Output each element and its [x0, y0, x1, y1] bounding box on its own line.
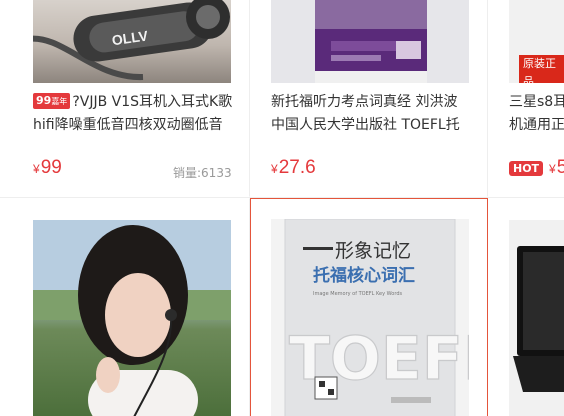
book-cover-image: 形象记忆 托福核心词汇 Image Memory of TOEFL Key Wo…: [284, 219, 469, 416]
product-image[interactable]: [271, 0, 469, 83]
product-card[interactable]: [12, 198, 250, 416]
product-card[interactable]: OLLV 99嘉年 ?VJJB V1S耳机入耳式K歌 hifi降噪重低音四核双动圈…: [12, 0, 250, 197]
product-card-highlighted[interactable]: 形象记忆 托福核心词汇 Image Memory of TOEFL Key Wo…: [250, 198, 488, 416]
hot-badge: HOT: [509, 161, 544, 176]
product-title[interactable]: 新托福听力考点词真经 刘洪波 中国人民大学出版社 TOEFL托: [271, 91, 481, 137]
product-card[interactable]: 新托福听力考点词真经 刘洪波 中国人民大学出版社 TOEFL托 ¥27.6: [250, 0, 488, 197]
sales-count: 销量:6133: [173, 166, 232, 180]
product-grid: OLLV 99嘉年 ?VJJB V1S耳机入耳式K歌 hifi降噪重低音四核双动圈…: [0, 0, 564, 416]
product-image[interactable]: OLLV: [33, 0, 231, 83]
authentic-tag: 原装正品: [519, 55, 564, 83]
product-title[interactable]: 99嘉年 ?VJJB V1S耳机入耳式K歌 hifi降噪重低音四核双动圈低音: [33, 91, 233, 137]
person-with-earphones-image: [33, 220, 231, 416]
earphone-image: OLLV: [33, 0, 230, 81]
product-image[interactable]: [509, 220, 564, 416]
book-title-line1: 形象记忆: [335, 240, 411, 262]
product-image[interactable]: 形象记忆 托福核心词汇 Image Memory of TOEFL Key Wo…: [271, 219, 469, 416]
product-image[interactable]: [33, 220, 231, 416]
book-cover-image: [315, 0, 427, 83]
book-title-line2: 托福核心词汇: [313, 265, 415, 286]
product-price: ¥99: [33, 157, 62, 178]
product-price: ¥27.6: [271, 157, 316, 178]
laptop-image: [513, 246, 564, 392]
product-price: ¥5: [549, 157, 564, 178]
product-image[interactable]: 原装正品: [509, 0, 564, 83]
product-title[interactable]: 三星s8耳 机通用正: [509, 91, 564, 137]
product-card[interactable]: 原装正品 三星s8耳 机通用正 HOT ¥5: [488, 0, 564, 197]
product-card[interactable]: [488, 198, 564, 416]
promo-badge: 99嘉年: [33, 93, 71, 109]
book-subtitle: Image Memory of TOEFL Key Words: [313, 291, 402, 297]
